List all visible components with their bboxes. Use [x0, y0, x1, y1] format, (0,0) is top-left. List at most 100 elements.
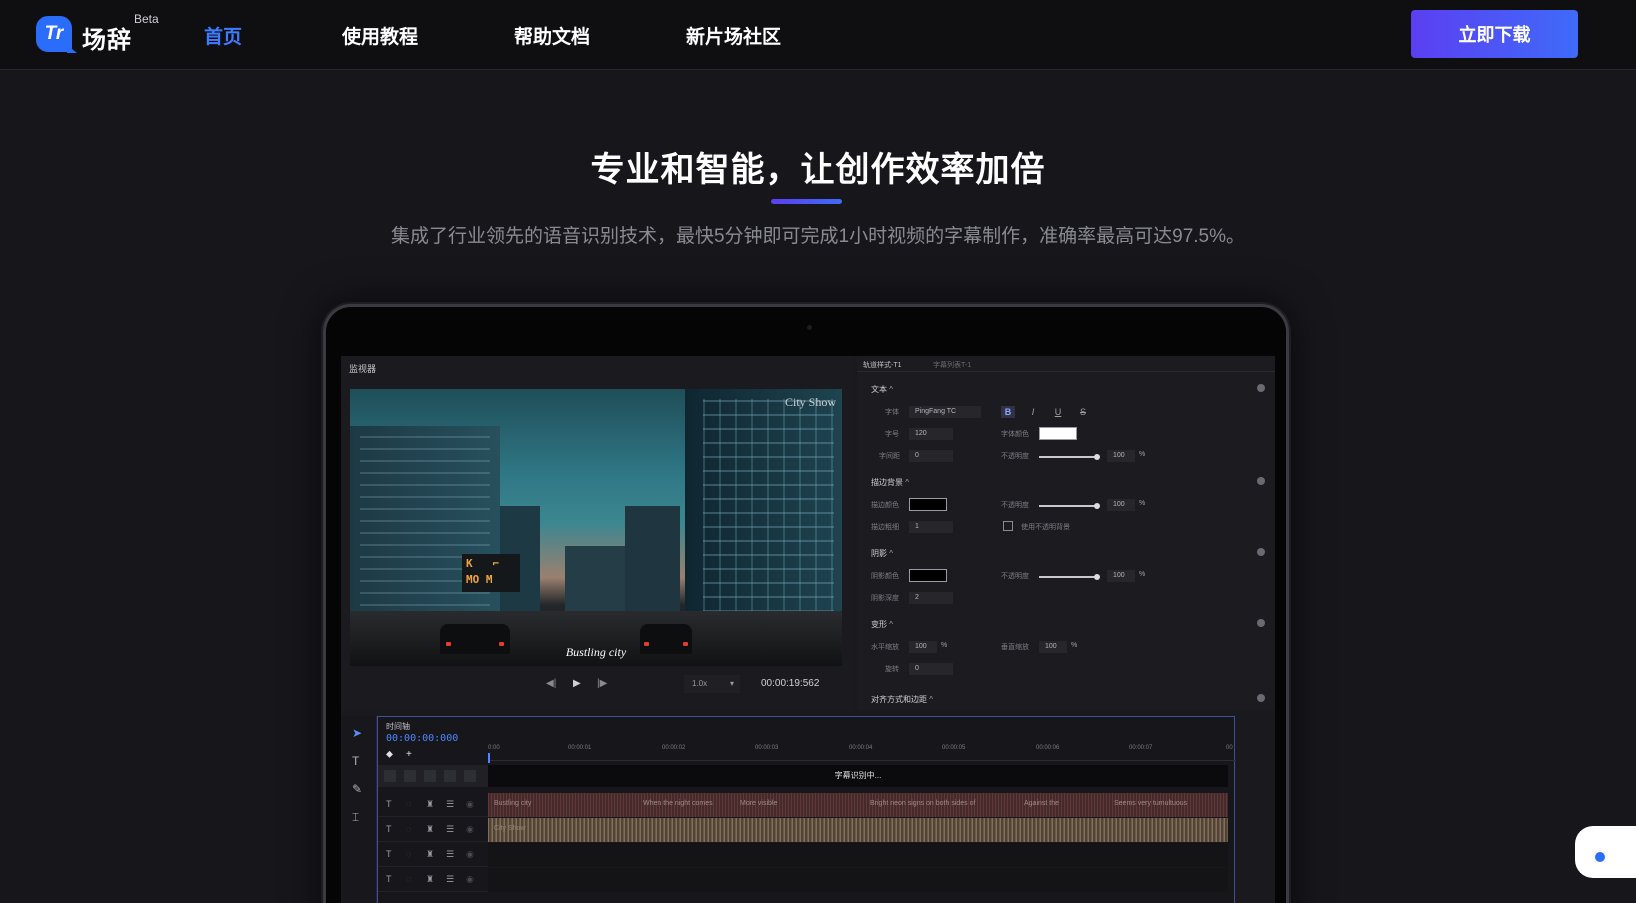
v-scale-label: 垂直缩放 — [1001, 644, 1029, 651]
text-track-icon: T — [386, 849, 392, 859]
track-header-toolbar — [378, 765, 488, 787]
stroke-width-input[interactable]: 1 — [909, 521, 953, 533]
track-tool[interactable] — [424, 770, 436, 782]
stroke-opacity-slider[interactable] — [1039, 503, 1100, 509]
section-shadow[interactable]: 阴影 — [871, 548, 893, 559]
opacity-slider[interactable] — [1039, 454, 1100, 460]
track-tool[interactable] — [464, 770, 476, 782]
tab-track-style[interactable]: 轨道样式-T1 — [863, 360, 902, 370]
subtitle-segment[interactable]: When the night comes — [643, 800, 713, 807]
track-tool[interactable] — [384, 770, 396, 782]
crop-tool-icon[interactable]: ⌶ — [352, 810, 359, 825]
lock-icon[interactable]: ◉ — [466, 799, 474, 810]
list-icon[interactable]: ☰ — [446, 799, 454, 810]
timeline-toolbar: ➤ T ✎ ⌶ — [341, 716, 377, 903]
reset-icon[interactable] — [1257, 384, 1265, 392]
hide-icon[interactable]: ◌ — [406, 874, 411, 884]
opacity-input[interactable]: 100 — [1107, 450, 1135, 462]
section-align[interactable]: 对齐方式和边距 — [871, 694, 933, 705]
add-track-icon[interactable]: + — [406, 749, 412, 760]
track-tool[interactable] — [444, 770, 456, 782]
list-icon[interactable]: ☰ — [446, 849, 454, 860]
track-header: T ◌ ♜ ☰ ◉ — [378, 818, 488, 842]
chat-widget[interactable] — [1575, 826, 1636, 878]
subtitle-segment[interactable]: Bustling city — [494, 800, 531, 807]
shadow-opacity-slider[interactable] — [1039, 574, 1100, 580]
subtitle-segment[interactable]: Bright neon signs on both sides of — [870, 800, 975, 807]
stroke-color-swatch[interactable] — [909, 498, 947, 511]
download-button[interactable]: 立即下载 — [1411, 10, 1578, 58]
section-text[interactable]: 文本 — [871, 384, 893, 395]
lock-icon[interactable]: ◉ — [466, 874, 474, 885]
empty-track[interactable] — [488, 868, 1228, 892]
list-icon[interactable]: ☰ — [446, 874, 454, 885]
text-tool-icon[interactable]: T — [352, 754, 359, 768]
shadow-opacity-input[interactable]: 100 — [1107, 570, 1135, 582]
shadow-depth-input[interactable]: 2 — [909, 592, 953, 604]
style-icon[interactable]: ♜ — [426, 799, 434, 810]
speed-select[interactable]: 1.0x — [684, 675, 740, 693]
play-icon[interactable]: ▶ — [573, 678, 581, 689]
h-scale-input[interactable]: 100 — [909, 641, 937, 653]
italic-button[interactable]: I — [1026, 406, 1040, 418]
shadow-opacity-label: 不透明度 — [1001, 573, 1029, 580]
strikethrough-button[interactable]: S — [1076, 406, 1090, 418]
hide-icon[interactable]: ◌ — [406, 849, 411, 859]
opaque-bg-label: 使用不透明背景 — [1021, 524, 1070, 531]
stroke-opacity-input[interactable]: 100 — [1107, 499, 1135, 511]
lock-icon[interactable]: ◉ — [466, 824, 474, 835]
reset-icon[interactable] — [1257, 477, 1265, 485]
subtitle-segment[interactable]: Against the — [1024, 800, 1059, 807]
shadow-color-swatch[interactable] — [909, 569, 947, 582]
subtitle-segment[interactable]: City Show — [494, 825, 526, 832]
reset-icon[interactable] — [1257, 619, 1265, 627]
nav-link-community[interactable]: 新片场社区 — [686, 22, 781, 49]
ruler-tick: 00:00:07 — [1129, 745, 1153, 751]
video-preview: K ⌐ MO M City Show Bustling city — [350, 389, 842, 666]
subtitle-track[interactable]: Bustling city When the night comes More … — [488, 793, 1228, 817]
rotation-input[interactable]: 0 — [909, 663, 953, 675]
underline-button[interactable]: U — [1051, 406, 1065, 418]
logo[interactable]: Tr 场辞 Beta — [36, 12, 166, 56]
prev-frame-icon[interactable]: ◀| — [546, 678, 556, 689]
section-stroke[interactable]: 描边背景 — [871, 477, 909, 488]
shadow-color-label: 阴影颜色 — [871, 573, 899, 580]
select-tool-icon[interactable]: ➤ — [352, 726, 362, 740]
marker-icon[interactable]: ⬥ — [386, 749, 393, 760]
subtitle-segment[interactable]: More visible — [740, 800, 777, 807]
style-icon[interactable]: ♜ — [426, 824, 434, 835]
nav-link-home[interactable]: 首页 — [204, 22, 242, 49]
timeline-time: 00:00:00:000 — [386, 733, 459, 744]
reset-icon[interactable] — [1257, 694, 1265, 702]
size-input[interactable]: 120 — [909, 428, 953, 440]
empty-track[interactable] — [488, 843, 1228, 867]
text-track-icon: T — [386, 874, 392, 884]
tab-subtitle-list[interactable]: 字幕列表T-1 — [933, 360, 971, 370]
app-screenshot: 监视器 K ⌐ MO M City Show Bustling city ◀| ▶… — [341, 356, 1275, 903]
style-icon[interactable]: ♜ — [426, 849, 434, 860]
hide-icon[interactable]: ◌ — [406, 824, 411, 834]
nav-link-tutorials[interactable]: 使用教程 — [342, 22, 418, 49]
font-color-swatch[interactable] — [1039, 427, 1077, 440]
eraser-tool-icon[interactable]: ✎ — [352, 782, 362, 796]
list-icon[interactable]: ☰ — [446, 824, 454, 835]
spacing-input[interactable]: 0 — [909, 450, 953, 462]
v-scale-input[interactable]: 100 — [1039, 641, 1067, 653]
h-scale-label: 水平缩放 — [871, 644, 899, 651]
subtitle-segment[interactable]: Seems very tumultuous — [1114, 800, 1187, 807]
audio-track[interactable]: City Show — [488, 818, 1228, 842]
opaque-bg-checkbox[interactable] — [1003, 521, 1013, 531]
bold-button[interactable]: B — [1001, 406, 1015, 418]
font-select[interactable]: PingFang TC — [909, 406, 981, 418]
playhead[interactable] — [488, 753, 490, 763]
text-track-icon: T — [386, 824, 392, 834]
track-tool[interactable] — [404, 770, 416, 782]
nav-link-help-docs[interactable]: 帮助文档 — [514, 22, 590, 49]
hide-icon[interactable]: ◌ — [406, 799, 411, 809]
style-icon[interactable]: ♜ — [426, 874, 434, 885]
beta-badge: Beta — [134, 12, 159, 26]
next-frame-icon[interactable]: |▶ — [597, 678, 607, 689]
reset-icon[interactable] — [1257, 548, 1265, 556]
lock-icon[interactable]: ◉ — [466, 849, 474, 860]
section-transform[interactable]: 变形 — [871, 619, 893, 630]
